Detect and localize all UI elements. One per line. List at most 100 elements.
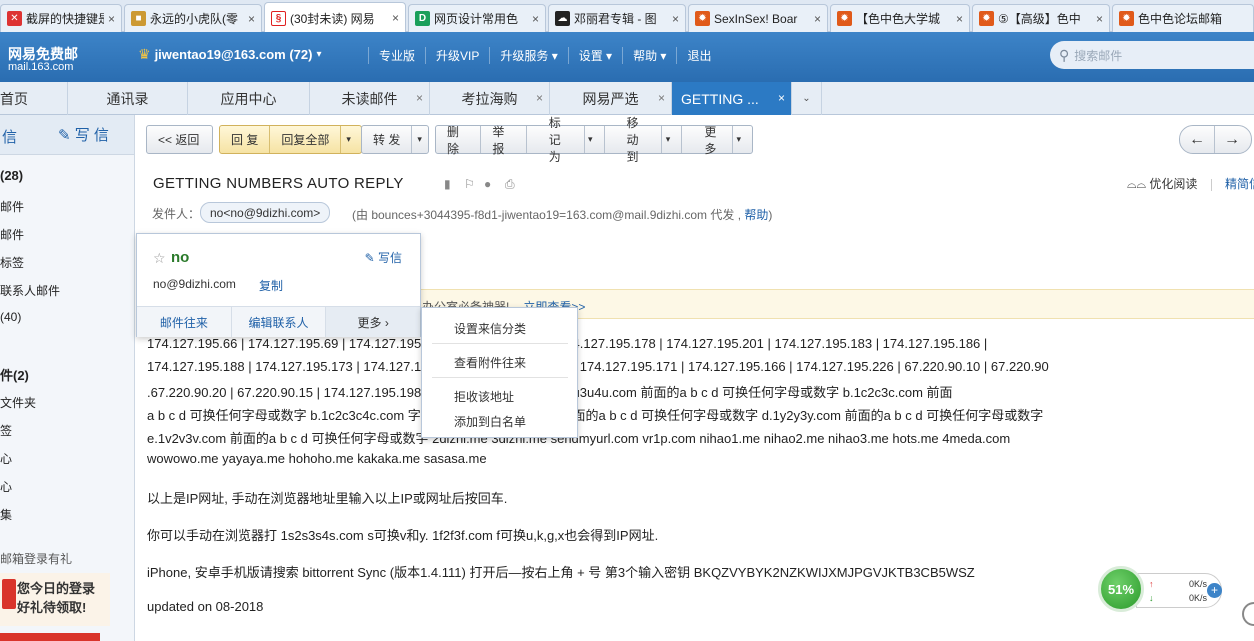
side-tool-tab[interactable] <box>1242 602 1254 626</box>
delete-button[interactable]: 删 除 <box>436 125 482 156</box>
menu-item-block-address[interactable]: 拒收该地址 <box>454 388 514 405</box>
more-button[interactable]: 更 多 ▾ <box>682 125 752 156</box>
close-tab-icon[interactable]: × <box>1096 12 1103 26</box>
tab-contacts[interactable]: 通讯录 <box>68 82 188 115</box>
chevron-down-icon: ▾ <box>665 134 671 144</box>
sidebar-item[interactable]: 标签 <box>0 254 24 271</box>
action-group: 删 除 举 报 标记为 ▾ 移动到 ▾ 更 多 ▾ <box>435 116 753 164</box>
browser-tab[interactable]: ✕ 截屏的快捷键是 × <box>0 4 122 32</box>
menu-upgrade-link[interactable]: 升级服务 ▾ <box>489 47 567 64</box>
more-button[interactable]: 更多 › <box>326 307 421 337</box>
sidebar-item[interactable]: 邮件 <box>0 198 24 215</box>
more-dropdown-menu: 设置来信分类 查看附件往来 拒收该地址 添加到白名单 <box>421 307 578 438</box>
menu-vip-link[interactable]: 升级VIP <box>425 47 489 64</box>
tab-more-dropdown[interactable]: ⌄ <box>792 82 822 115</box>
browser-tab[interactable]: ✹ 色中色论坛邮箱 <box>1112 4 1254 32</box>
account-menu[interactable]: ♛ jiwentao19@163.com (72) ▾ <box>138 46 322 63</box>
sidebar: 信 ✎ 写 信 (28) 邮件 邮件 标签 联系人邮件 (40) 件(2) 文件… <box>0 115 135 641</box>
mail-history-button[interactable]: 邮件往来 <box>137 307 232 337</box>
close-tab-icon[interactable]: × <box>672 12 679 26</box>
menu-divider <box>432 377 568 378</box>
compose-button[interactable]: ✎ 写 信 <box>58 124 109 145</box>
next-mail-arrow-icon[interactable]: → <box>1215 126 1249 153</box>
menu-item-attachments[interactable]: 查看附件往来 <box>454 354 526 371</box>
bookmark-icon[interactable]: ▮ <box>444 177 451 191</box>
move-to-button[interactable]: 移动到 ▾ <box>605 116 683 164</box>
flag-icon[interactable]: ⚐ <box>464 177 475 191</box>
close-icon[interactable]: × <box>658 91 665 105</box>
menu-logout-link[interactable]: 退出 <box>676 47 721 64</box>
star-icon[interactable]: ☆ <box>153 250 166 267</box>
menu-settings-link[interactable]: 设置 ▾ <box>567 47 622 64</box>
browser-tab[interactable]: ■ 永远的小虎队(零 × <box>124 4 262 32</box>
promo-banner[interactable]: 您今日的登录 好礼待领取! <box>0 573 110 626</box>
close-tab-icon[interactable]: × <box>532 12 539 26</box>
close-tab-icon[interactable]: × <box>392 11 399 25</box>
reply-all-button[interactable]: 回复全部 <box>270 126 342 153</box>
tab-yanxuan[interactable]: 网易严选 × <box>550 82 672 115</box>
close-tab-icon[interactable]: × <box>248 12 255 26</box>
sender-pill[interactable]: no<no@9dizhi.com> <box>200 202 331 223</box>
sidebar-item[interactable]: 集 <box>0 506 12 523</box>
browser-tab[interactable]: D 网页设计常用色 × <box>408 4 546 32</box>
prev-mail-arrow-icon[interactable]: ← <box>1180 126 1215 153</box>
back-button[interactable]: << 返回 <box>146 125 213 154</box>
browser-tab[interactable]: ✹ ⑤【高级】色中 × <box>972 4 1110 32</box>
reply-button[interactable]: 回 复 <box>220 126 271 153</box>
close-icon[interactable]: × <box>778 91 785 105</box>
close-icon[interactable]: × <box>416 91 423 105</box>
from-label: 发件人： <box>152 207 201 221</box>
body-line: wowowo.me yayaya.me hohoho.me kakaka.me … <box>147 451 487 466</box>
sidebar-item[interactable]: 心 <box>0 478 12 495</box>
edit-contact-button[interactable]: 编辑联系人 <box>232 307 327 337</box>
menu-help-link[interactable]: 帮助 ▾ <box>622 47 676 64</box>
body-line: .67.220.90.20 | 67.220.90.15 | 174.127.1… <box>147 385 953 400</box>
close-icon[interactable]: × <box>536 91 543 105</box>
sidebar-item[interactable]: (40) <box>0 310 21 324</box>
chevron-down-icon: ▾ <box>316 49 322 60</box>
browser-tab[interactable]: ☁ 邓丽君专辑 - 图 × <box>548 4 686 32</box>
speed-readout: ↑ 0K/s ↓ 0K/s + <box>1136 573 1222 608</box>
body-paragraph: iPhone, 安卓手机版请搜索 bittorrent Sync (版本1.4.… <box>147 565 975 580</box>
tab-app-center[interactable]: 应用中心 <box>188 82 310 115</box>
tab-home[interactable]: 首页 <box>0 82 68 115</box>
copy-link[interactable]: 复制 <box>259 277 283 294</box>
print-icon[interactable]: ⎙ <box>505 177 515 192</box>
speed-gauge: 51% <box>1098 566 1144 612</box>
sidebar-item[interactable]: 心 <box>0 450 12 467</box>
clock-icon[interactable]: ● <box>484 177 491 191</box>
tab-current-mail[interactable]: GETTING ... × <box>672 82 792 115</box>
mark-as-button[interactable]: 标记为 ▾ <box>527 116 605 164</box>
chevron-down-icon[interactable]: ▾ <box>341 126 356 153</box>
tab-kaola[interactable]: 考拉海购 × <box>430 82 550 115</box>
brief-link[interactable]: 精简信 <box>1225 177 1254 191</box>
tab-unread[interactable]: 未读邮件 × <box>310 82 430 115</box>
receive-button[interactable]: 信 <box>2 126 17 147</box>
optimize-reading-link[interactable]: 优化阅读 <box>1149 177 1197 191</box>
close-tab-icon[interactable]: × <box>814 12 821 26</box>
menu-pro-link[interactable]: 专业版 <box>368 47 425 64</box>
browser-tab-active[interactable]: § (30封未读) 网易 × <box>264 2 406 33</box>
browser-tab[interactable]: ✹ 【色中色大学城 × <box>830 4 970 32</box>
sidebar-item[interactable]: 邮件 <box>0 226 24 243</box>
search-box[interactable]: ⚲ 搜索邮件 <box>1050 41 1254 69</box>
menu-item-set-category[interactable]: 设置来信分类 <box>454 320 526 337</box>
chevron-down-icon[interactable]: ▾ <box>412 126 427 153</box>
sidebar-item[interactable]: 文件夹 <box>0 394 36 411</box>
close-tab-icon[interactable]: × <box>108 12 115 26</box>
plus-icon[interactable]: + <box>1207 583 1222 598</box>
sidebar-item[interactable]: 件(2) <box>0 365 29 384</box>
menu-item-whitelist[interactable]: 添加到白名单 <box>454 413 526 430</box>
forward-button[interactable]: 转 发 <box>362 126 413 153</box>
browser-tab[interactable]: ✹ SexInSex! Boar × <box>688 4 828 32</box>
write-mail-link[interactable]: ✎ 写信 <box>365 249 402 266</box>
report-button[interactable]: 举 报 <box>481 125 527 156</box>
close-tab-icon[interactable]: × <box>956 12 963 26</box>
sidebar-item-inbox[interactable]: (28) <box>0 168 23 183</box>
sidebar-item[interactable]: 联系人邮件 <box>0 282 60 299</box>
help-link[interactable]: 帮助 <box>744 208 768 222</box>
chevron-down-icon: ▾ <box>588 134 593 144</box>
net-speed-widget[interactable]: ↑ 0K/s ↓ 0K/s + 51% <box>1098 566 1222 614</box>
sidebar-item[interactable]: 签 <box>0 422 12 439</box>
search-input[interactable]: 搜索邮件 <box>1074 47 1122 64</box>
